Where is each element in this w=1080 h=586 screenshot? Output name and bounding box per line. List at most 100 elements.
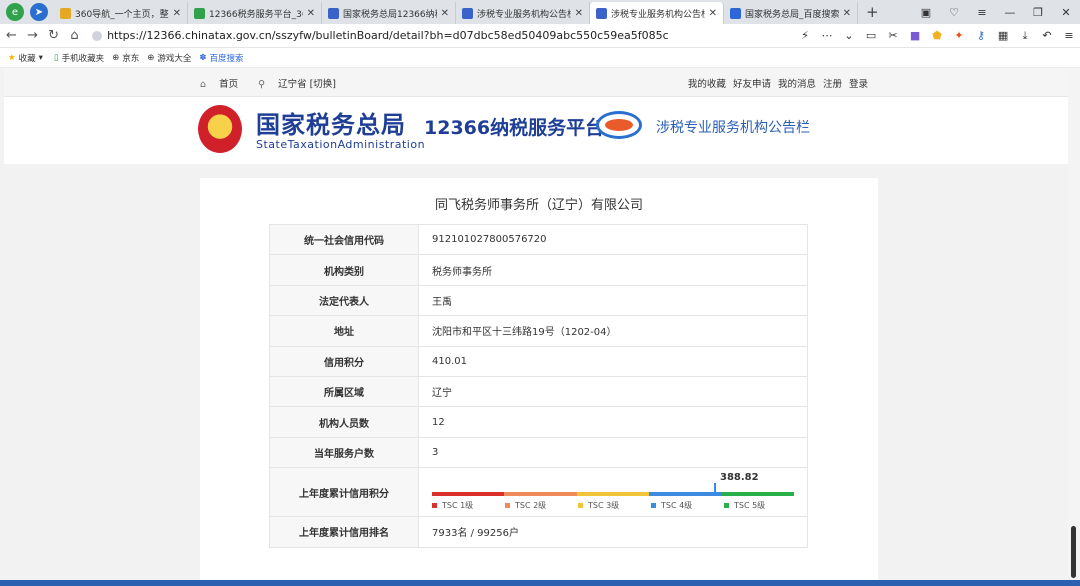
tab-close-icon[interactable]: ✕ <box>441 8 449 19</box>
browser-logo-icon[interactable]: e <box>6 3 24 21</box>
bookmark-games[interactable]: ⊕ 游戏大全 <box>147 52 191 64</box>
12366-badge-logo <box>596 111 642 139</box>
row-label: 当年服务户数 <box>269 436 419 469</box>
browser-tab[interactable]: 涉税专业服务机构公告栏 ✕ <box>590 2 724 24</box>
shirt-icon[interactable]: ♡ <box>940 6 968 19</box>
key-icon[interactable]: ⚷ <box>970 29 992 42</box>
legend-swatch <box>505 503 510 509</box>
download-icon[interactable]: ⤓ <box>1014 29 1036 43</box>
scale-legend: TSC 1级 TSC 2级 TSC 3级 TSC 4级 TSC 5级 <box>432 500 797 511</box>
tab-title: 360导航_一个主页，整个世 <box>75 9 169 20</box>
score-value: 388.82 <box>720 472 759 484</box>
toolbar: ⚡ ⋯ ⌄ ▭ ✂ ■ ⬟ ✦ ⚷ ▦ ⤓ ↶ ≡ <box>794 29 1080 43</box>
bookmark-favorites[interactable]: ★ 收藏 ▾ <box>8 52 46 64</box>
platform-title: 12366纳税服务平台 <box>424 117 605 139</box>
bookmark-mobile[interactable]: ▯ 手机收藏夹 <box>54 52 104 64</box>
legend-label: TSC 3级 <box>588 501 620 511</box>
undo-icon[interactable]: ↶ <box>1036 29 1058 42</box>
tab-list: 360导航_一个主页，整个世✕12366税务服务平台_360搜✕国家税务总局12… <box>54 0 858 24</box>
tab-close-icon[interactable]: ✕ <box>843 8 851 19</box>
legend-label: TSC 2级 <box>515 501 547 511</box>
tab-close-icon[interactable]: ✕ <box>575 8 583 19</box>
tab-favicon-icon <box>596 7 607 19</box>
legend-item: TSC 2级 <box>505 500 578 511</box>
grid-icon[interactable]: ▦ <box>992 29 1014 42</box>
brand-title: 国家税务总局 <box>256 110 406 139</box>
flash-icon[interactable]: ⚡ <box>794 29 816 42</box>
tab-close-icon[interactable]: ✕ <box>307 8 315 19</box>
tab-favicon-icon <box>328 7 339 19</box>
minimize-button[interactable]: — <box>996 6 1024 19</box>
legend-swatch <box>432 503 437 509</box>
legend-swatch <box>578 503 583 509</box>
location-icon: ⚲ <box>258 79 266 90</box>
scale-segment <box>649 492 722 497</box>
home-icon[interactable]: ⌂ <box>65 28 84 43</box>
link-messages[interactable]: 我的消息 <box>778 76 816 90</box>
extensions-icon[interactable]: ▣ <box>912 6 940 19</box>
phone-icon: ▯ <box>53 52 59 63</box>
game-icon[interactable]: ✦ <box>948 29 970 42</box>
browser-tab[interactable]: 国家税务总局12366纳税服 ✕ <box>322 2 456 24</box>
scrollbar-thumb[interactable] <box>1071 526 1076 578</box>
app-icon[interactable]: ■ <box>904 29 926 42</box>
tab-close-icon[interactable]: ✕ <box>173 8 181 19</box>
browser-tab[interactable]: 涉税专业服务机构公告栏 ✕ <box>456 2 590 24</box>
bookmarks-bar: ★ 收藏 ▾ ▯ 手机收藏夹 ⊕ 京东 ⊕ 游戏大全 ✽ 百度搜索 <box>0 48 1080 68</box>
back-icon[interactable]: ← <box>2 28 21 43</box>
cut-icon[interactable]: ✂ <box>882 29 904 42</box>
tab-title: 涉税专业服务机构公告栏 <box>611 9 705 20</box>
link-login[interactable]: 登录 <box>849 76 868 90</box>
row-value: 税务师事务所 <box>418 254 808 286</box>
more-icon[interactable]: ⋯ <box>816 29 838 42</box>
browser-tab[interactable]: 12366税务服务平台_360搜 ✕ <box>188 2 322 24</box>
link-favorites[interactable]: 我的收藏 <box>688 76 726 90</box>
detail-row: 机构类别 税务师事务所 <box>269 254 808 286</box>
row-value: 410.01 <box>418 345 808 377</box>
row-label: 机构类别 <box>269 254 419 286</box>
browser-tab[interactable]: 360导航_一个主页，整个世 ✕ <box>54 2 188 24</box>
browser-tab[interactable]: 国家税务总局_百度搜索 ✕ <box>724 2 858 24</box>
region-switch[interactable]: ⚲ 辽宁省 [切换] <box>258 76 346 90</box>
browser-tab-bar: e ➤ 360导航_一个主页，整个世✕12366税务服务平台_360搜✕国家税务… <box>0 0 1080 24</box>
forward-icon[interactable]: → <box>23 28 42 43</box>
screen-icon[interactable]: ▭ <box>860 29 882 42</box>
tab-favicon-icon <box>730 7 741 19</box>
url-input[interactable]: https://12366.chinatax.gov.cn/sszyfw/bul… <box>92 27 786 45</box>
tab-title: 国家税务总局12366纳税服 <box>343 9 437 20</box>
detail-row: 所属区域 辽宁 <box>269 375 808 408</box>
send-icon[interactable]: ➤ <box>30 3 48 21</box>
row-label: 法定代表人 <box>269 284 419 317</box>
detail-table: 统一社会信用代码 912101027800576720 机构类别 税务师事务所 法定代表… <box>269 223 808 548</box>
settings-menu-icon[interactable]: ≡ <box>1058 29 1080 42</box>
dropdown-icon[interactable]: ⌄ <box>838 29 860 42</box>
globe-icon: ⊕ <box>112 52 120 63</box>
detail-row: 统一社会信用代码 912101027800576720 <box>269 223 808 256</box>
close-button[interactable]: ✕ <box>1052 6 1080 19</box>
scale-segment <box>432 492 505 497</box>
credit-scale-cell: 388.82 TSC 1级 TSC 2级 TSC 3级 TSC 4级 TSC 5级 <box>418 467 808 518</box>
restore-button[interactable]: ❐ <box>1024 6 1052 19</box>
legend-swatch <box>724 503 729 509</box>
reload-icon[interactable]: ↻ <box>44 28 63 43</box>
row-value: 沈阳市和平区十三纬路19号（1202-04） <box>418 315 808 347</box>
home-link[interactable]: ⌂ 首页 <box>200 76 248 90</box>
row-value: 3 <box>418 436 808 469</box>
tab-close-icon[interactable]: ✕ <box>709 8 717 19</box>
new-tab-button[interactable]: + <box>866 3 879 21</box>
bookmark-baidu[interactable]: ✽ 百度搜索 <box>199 52 243 64</box>
link-friend-requests[interactable]: 好友申请 <box>733 76 771 90</box>
menu-icon[interactable]: ≡ <box>968 6 996 19</box>
address-bar: ← → ↻ ⌂ https://12366.chinatax.gov.cn/ss… <box>0 24 1080 48</box>
scale-segment <box>504 492 577 497</box>
os-taskbar <box>0 580 1080 586</box>
paw-icon: ✽ <box>199 52 207 63</box>
scale-segment <box>721 492 794 497</box>
bookmark-jd[interactable]: ⊕ 京东 <box>112 52 139 64</box>
link-register[interactable]: 注册 <box>823 76 842 90</box>
legend-label: TSC 5级 <box>734 501 766 511</box>
credit-score-row: 上年度累计信用积分 388.82 TSC 1级 TSC 2级 TSC 3级 TSC 4级 T… <box>269 467 808 518</box>
page-subtitle: 涉税专业服务机构公告栏 <box>656 120 810 136</box>
shield-icon[interactable]: ⬟ <box>926 29 948 42</box>
vertical-scrollbar[interactable] <box>1068 68 1080 583</box>
